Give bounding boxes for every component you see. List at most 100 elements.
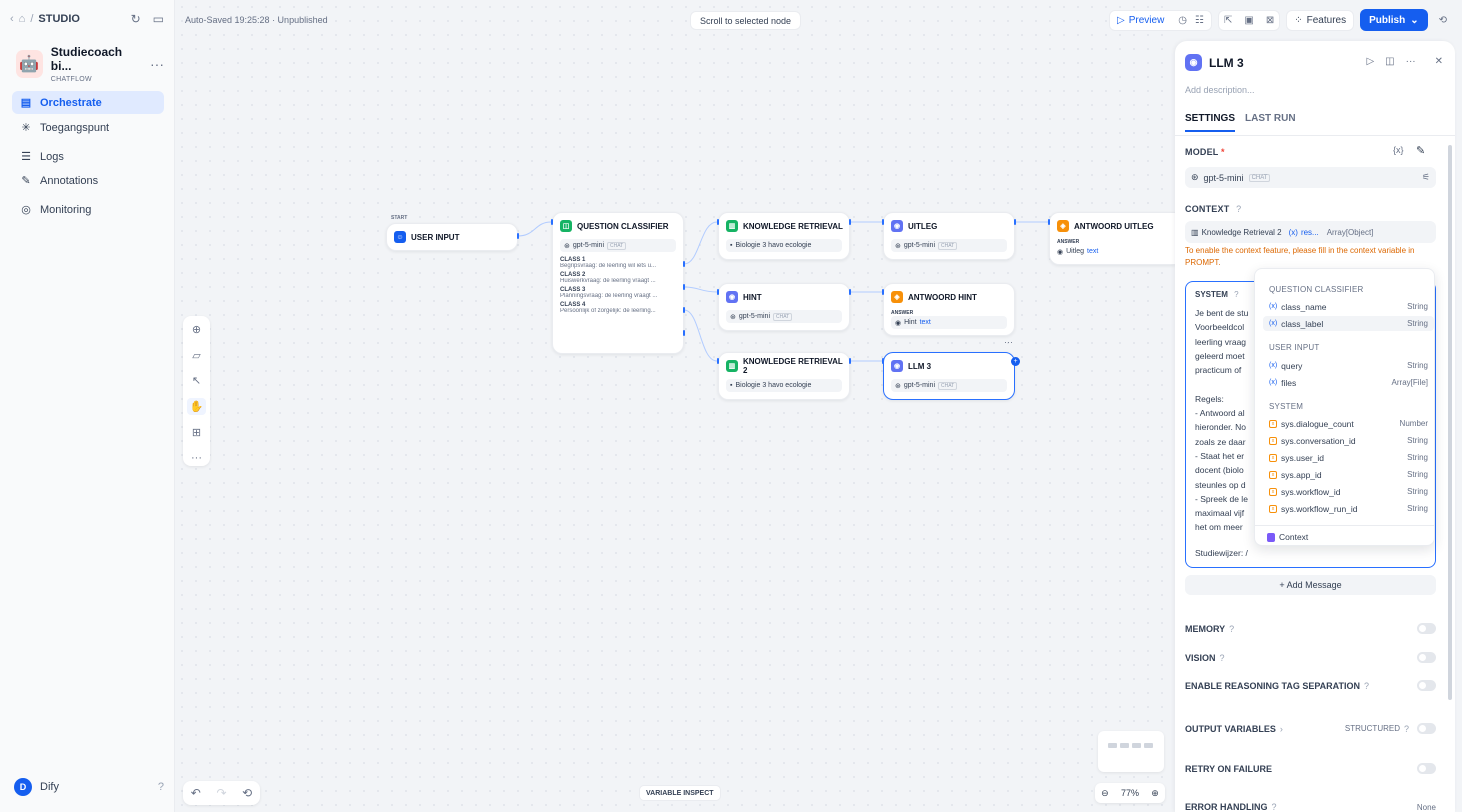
memory-toggle[interactable] [1417,623,1436,634]
refresh-icon[interactable]: ↻ [131,12,141,26]
node-knowledge-retrieval[interactable]: ▥ KNOWLEDGE RETRIEVAL ▪ Biologie 3 havo ec… [718,212,850,260]
var-option[interactable]: x sys.conversation_id String [1263,433,1434,448]
node-llm-3[interactable]: ◉ LLM 3 ⊛ gpt-5-mini CHAT [883,352,1015,400]
nav-orchestrate[interactable]: ▤ Orchestrate [12,91,164,114]
zoom-out-icon[interactable]: ⊖ [1101,788,1109,799]
output-port[interactable] [1014,219,1016,225]
add-next-node-icon[interactable]: + [1011,357,1020,366]
reasoning-toggle[interactable] [1417,680,1436,691]
nav-logs[interactable]: ☰ Logs [12,145,164,168]
back-icon[interactable]: ‹ [10,13,14,25]
zoom-in-icon[interactable]: ⊕ [1151,788,1159,799]
panel-scrollbar[interactable] [1448,145,1452,700]
output-port[interactable] [517,233,519,239]
output-port[interactable] [683,284,685,290]
context-option[interactable]: Context [1255,525,1434,542]
add-message-button[interactable]: + Add Message [1185,575,1436,595]
hand-icon[interactable]: ✋ [187,398,206,415]
app-card[interactable]: 🤖 Studiecoach bi... CHATFLOW ··· [16,45,164,83]
more-icon[interactable]: ··· [1406,56,1416,67]
error-handling-value[interactable]: None [1417,803,1436,812]
input-port[interactable] [717,358,719,364]
description-input[interactable]: Add description... [1185,85,1255,95]
input-port[interactable] [551,219,553,225]
node-antwoord-hint[interactable]: ◈ ANTWOORD HINT ANSWER ◉ Hint text [883,283,1015,336]
more-options-icon[interactable]: ··· [187,449,206,466]
env-icon[interactable]: ⇱ [1224,15,1232,26]
global-vars-icon[interactable]: ⊠ [1266,15,1274,26]
collapse-sidebar-icon[interactable]: ▭ [153,12,164,26]
history-icon[interactable]: ⟲ [242,786,252,800]
input-port[interactable] [882,219,884,225]
var-option[interactable]: (x) query String [1263,358,1434,373]
node-more-icon[interactable]: ··· [1004,337,1013,347]
split-view-icon[interactable]: ◫ [1385,56,1394,67]
close-icon[interactable]: ✕ [1435,56,1443,67]
help-icon[interactable]: ? [158,781,164,793]
variables-icon[interactable]: ☷ [1195,15,1204,26]
input-port[interactable] [882,358,884,364]
variable-toggle-icon[interactable]: {x} [1393,145,1404,155]
var-option[interactable]: x sys.app_id String [1263,467,1434,482]
structured-toggle[interactable] [1417,723,1436,734]
output-port[interactable] [849,219,851,225]
redo-icon[interactable]: ↷ [216,786,226,800]
model-params-icon[interactable]: ⚟ [1422,172,1430,183]
var-option[interactable]: x sys.dialogue_count Number [1263,416,1434,431]
node-hint[interactable]: ◉ HINT ⊛ gpt-5-mini CHAT [718,283,850,331]
output-port[interactable] [849,289,851,295]
preview-button[interactable]: ▷ Preview ◷ ☷ [1109,9,1212,31]
node-uitleg[interactable]: ◉ UITLEG ⊛ gpt-5-mini CHAT [883,212,1015,260]
panel-title[interactable]: LLM 3 [1209,56,1244,70]
retry-toggle[interactable] [1417,763,1436,774]
minimap[interactable] [1098,731,1164,772]
nav-toegangspunt[interactable]: ✳ Toegangspunt [12,116,164,139]
model-selector[interactable]: ⊛ gpt-5-mini CHAT ⚟ [1185,167,1436,188]
user-menu[interactable]: D Dify ? [14,778,164,796]
zoom-level[interactable]: 77% [1121,788,1139,798]
output-port[interactable] [849,358,851,364]
features-button[interactable]: ⁘ Features [1286,9,1355,31]
input-port[interactable] [1048,219,1050,225]
tab-last-run[interactable]: LAST RUN [1245,113,1296,132]
edit-icon[interactable]: ✎ [1416,144,1425,157]
workflow-canvas[interactable]: Auto-Saved 19:25:28 · Unpublished Scroll… [175,0,1175,812]
breadcrumb-studio[interactable]: STUDIO [38,13,80,25]
more-icon[interactable]: ··· [150,56,164,72]
nav-annotations[interactable]: ✎ Annotations [12,169,164,192]
output-port[interactable] [683,307,685,313]
system-prompt-footer[interactable]: Studiewijzer: / [1195,548,1248,558]
var-option[interactable]: x sys.user_id String [1263,450,1434,465]
variable-inspect-button[interactable]: VARIABLE INSPECT [639,785,721,801]
var-option[interactable]: (x) class_label String [1263,316,1434,331]
input-port[interactable] [717,289,719,295]
undo-icon[interactable]: ↶ [191,786,201,800]
run-icon[interactable]: ▷ [1366,56,1374,67]
context-variable[interactable]: ▥ Knowledge Retrieval 2 (x) res... Array… [1185,221,1436,243]
home-icon[interactable]: ⌂ [19,13,26,25]
node-knowledge-retrieval-2[interactable]: ▥ KNOWLEDGE RETRIEVAL 2 ▪ Biologie 3 havo … [718,352,850,400]
version-history-icon[interactable]: ⟲ [1434,10,1452,31]
pointer-icon[interactable]: ↖ [187,372,206,389]
output-port[interactable] [683,330,685,336]
var-option[interactable]: x sys.workflow_id String [1263,484,1434,499]
publish-button[interactable]: Publish ⌄ [1360,9,1428,31]
conversation-vars-icon[interactable]: ▣ [1244,15,1253,26]
nav-monitoring[interactable]: ◎ Monitoring [12,198,164,221]
input-port[interactable] [882,289,884,295]
var-option[interactable]: x sys.workflow_run_id String [1263,501,1434,516]
tab-settings[interactable]: SETTINGS [1185,113,1236,132]
node-antwoord-uitleg[interactable]: ◈ ANTWOORD UITLEG ANSWER ◉ Uitleg text [1049,212,1175,265]
add-node-icon[interactable]: ⊕ [187,321,206,338]
add-note-icon[interactable]: ▱ [187,347,206,364]
breadcrumb[interactable]: ‹ ⌂ / STUDIO [10,13,80,25]
input-port[interactable] [717,219,719,225]
var-option[interactable]: (x) files Array[File] [1263,375,1434,390]
node-user-input[interactable]: ☺ USER INPUT [386,223,518,251]
node-question-classifier[interactable]: ◫ QUESTION CLASSIFIER ⊛ gpt-5-mini CHAT CLA… [552,212,684,354]
scroll-to-selected-button[interactable]: Scroll to selected node [690,11,802,30]
error-handling-row[interactable]: ERROR HANDLING? None [1185,802,1436,812]
organize-icon[interactable]: ⊞ [187,424,206,441]
output-port[interactable] [683,261,685,267]
checklist-icon[interactable]: ◷ [1178,15,1187,26]
